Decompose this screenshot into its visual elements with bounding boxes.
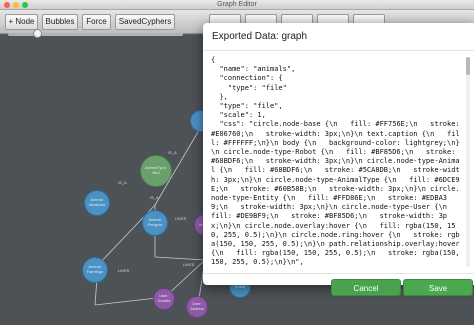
close-window-icon[interactable] [4,2,10,8]
edge-label: LIKES [118,268,130,273]
edge-label: IS_A [150,195,159,200]
divider [203,50,474,51]
edge-label: IS_A [118,180,127,185]
edge-label: LIKES [175,216,187,221]
divider [203,273,474,274]
graph-node[interactable]: Animal: Penguin [142,210,168,236]
save-button[interactable]: Save [403,279,473,296]
code-scrollbar[interactable] [466,57,470,267]
bubbles-button[interactable]: Bubbles [42,14,78,30]
edge-line[interactable] [154,256,206,261]
window-title-bar: Graph Editor [0,0,474,10]
force-button[interactable]: Force [82,14,111,30]
edge-label: IS_A [168,150,177,155]
graph-node[interactable]: Animal: Flamingo [82,257,108,283]
graph-node[interactable]: User: Andrew [186,296,208,318]
zoom-slider-handle[interactable] [33,29,42,38]
window-title: Graph Editor [217,1,257,8]
graph-node[interactable]: Animal: Albatross [84,190,110,216]
cancel-button[interactable]: Cancel [331,279,401,296]
scrollbar-thumb[interactable] [466,57,470,75]
graph-node[interactable]: AnimalType: Bird [140,155,172,187]
export-dialog: Exported Data: graph { "name": "animals"… [203,23,474,296]
add-node-button[interactable]: + Node [5,14,38,30]
edge-label: LIKES [183,262,195,267]
minimize-window-icon[interactable] [13,2,19,8]
graph-node[interactable]: User: Donald [153,288,175,310]
saved-cyphers-button[interactable]: SavedCyphers [115,14,175,30]
dialog-title: Exported Data: graph [212,31,308,42]
zoom-window-icon[interactable] [22,2,28,8]
export-code-textarea[interactable]: { "name": "animals", "connection": { "ty… [211,56,463,268]
